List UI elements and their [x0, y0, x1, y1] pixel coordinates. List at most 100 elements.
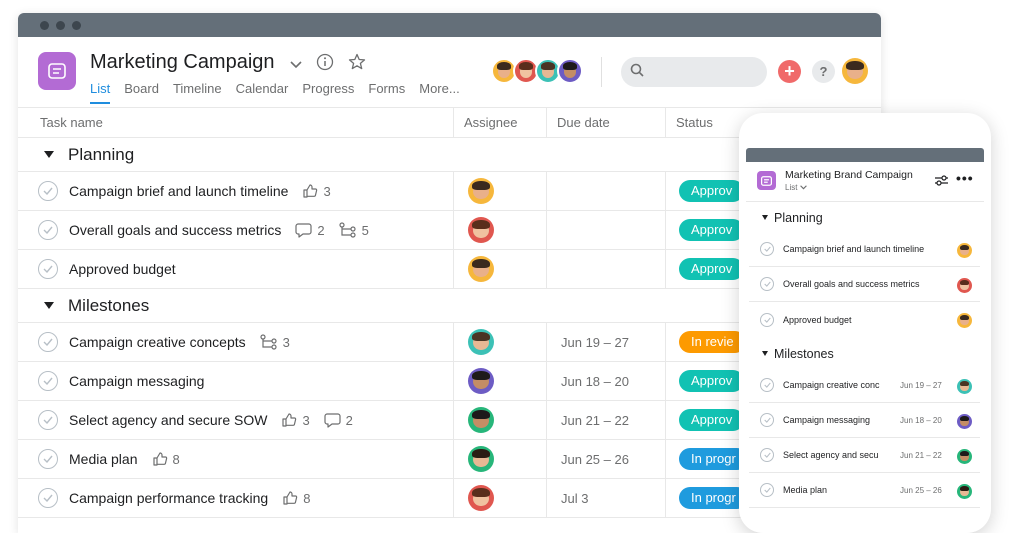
column-header-assignee[interactable]: Assignee: [454, 108, 547, 137]
list-item[interactable]: Campaign creative conc Jun 19 – 27: [749, 368, 980, 403]
subtasks-count[interactable]: 3: [260, 334, 290, 350]
task-name[interactable]: Select agency and secu: [783, 450, 891, 460]
assignee-avatar[interactable]: [957, 449, 972, 464]
more-options-icon[interactable]: •••: [956, 170, 974, 186]
task-name[interactable]: Media plan: [69, 451, 138, 467]
task-name[interactable]: Campaign performance tracking: [69, 490, 268, 506]
assignee-avatar[interactable]: [957, 379, 972, 394]
likes-count[interactable]: 3: [281, 412, 310, 428]
comments-count[interactable]: 2: [324, 412, 353, 428]
complete-checkbox[interactable]: [38, 332, 58, 352]
column-header-due-date[interactable]: Due date: [547, 108, 666, 137]
task-name[interactable]: Campaign creative conc: [783, 380, 891, 390]
complete-checkbox[interactable]: [38, 449, 58, 469]
task-name[interactable]: Approved budget: [69, 261, 176, 277]
current-user-avatar[interactable]: [842, 58, 868, 84]
due-date[interactable]: [547, 172, 666, 210]
likes-count[interactable]: 8: [282, 490, 310, 506]
due-date[interactable]: [547, 211, 666, 249]
due-date[interactable]: Jun 21 – 22: [547, 401, 666, 439]
complete-checkbox[interactable]: [38, 220, 58, 240]
assignee-avatar[interactable]: [468, 485, 494, 511]
avatar[interactable]: [557, 58, 583, 84]
project-list-icon[interactable]: [38, 52, 76, 90]
assignee-avatar[interactable]: [957, 278, 972, 293]
due-date[interactable]: Jun 21 – 22: [900, 451, 942, 460]
assignee-avatar[interactable]: [468, 368, 494, 394]
status-badge[interactable]: Approv: [679, 180, 745, 202]
complete-checkbox[interactable]: [760, 483, 774, 497]
complete-checkbox[interactable]: [38, 371, 58, 391]
due-date[interactable]: Jun 19 – 27: [547, 323, 666, 361]
tab-timeline[interactable]: Timeline: [173, 81, 222, 104]
list-item[interactable]: Campaign brief and launch timeline: [749, 232, 980, 267]
window-close-dot[interactable]: [40, 20, 49, 30]
assignee-avatar[interactable]: [468, 446, 494, 472]
info-icon[interactable]: [316, 53, 334, 76]
caret-down-icon[interactable]: [44, 302, 54, 309]
tab-more[interactable]: More...: [419, 81, 459, 104]
likes-count[interactable]: 3: [302, 183, 331, 199]
filter-icon[interactable]: [935, 173, 948, 191]
due-date[interactable]: Jun 25 – 26: [900, 486, 942, 495]
status-badge[interactable]: Approv: [679, 370, 745, 392]
assignee-avatar[interactable]: [468, 407, 494, 433]
window-maximize-dot[interactable]: [72, 20, 81, 30]
complete-checkbox[interactable]: [760, 448, 774, 462]
assignee-avatar[interactable]: [468, 178, 494, 204]
status-badge[interactable]: In revie: [679, 331, 746, 353]
task-name[interactable]: Campaign brief and launch timeline: [69, 183, 288, 199]
complete-checkbox[interactable]: [760, 378, 774, 392]
complete-checkbox[interactable]: [38, 410, 58, 430]
tab-forms[interactable]: Forms: [368, 81, 405, 104]
complete-checkbox[interactable]: [760, 312, 774, 327]
search-input[interactable]: [621, 57, 767, 87]
caret-down-icon[interactable]: [44, 151, 54, 158]
due-date[interactable]: [547, 250, 666, 288]
task-name[interactable]: Overall goals and success metrics: [783, 279, 920, 289]
due-date[interactable]: Jun 25 – 26: [547, 440, 666, 478]
due-date[interactable]: Jun 18 – 20: [900, 416, 942, 425]
assignee-avatar[interactable]: [957, 243, 972, 258]
status-badge[interactable]: Approv: [679, 258, 745, 280]
project-list-icon[interactable]: [757, 171, 776, 190]
assignee-avatar[interactable]: [957, 484, 972, 499]
tab-board[interactable]: Board: [124, 81, 159, 104]
complete-checkbox[interactable]: [760, 242, 774, 256]
caret-down-icon[interactable]: [762, 215, 768, 220]
subtasks-count[interactable]: 5: [339, 222, 369, 238]
tab-list[interactable]: List: [90, 81, 111, 104]
section-milestones[interactable]: Milestones: [746, 339, 984, 368]
window-minimize-dot[interactable]: [56, 20, 65, 30]
assignee-avatar[interactable]: [957, 313, 972, 328]
task-name[interactable]: Campaign messaging: [783, 415, 891, 425]
add-button[interactable]: +: [778, 60, 801, 83]
assignee-avatar[interactable]: [468, 256, 494, 282]
comments-count[interactable]: 2: [295, 222, 325, 238]
task-name[interactable]: Overall goals and success metrics: [69, 222, 281, 238]
complete-checkbox[interactable]: [38, 181, 58, 201]
task-name[interactable]: Approved budget: [783, 315, 852, 325]
help-button[interactable]: ?: [812, 60, 835, 83]
status-badge[interactable]: Approv: [679, 409, 745, 431]
task-name[interactable]: Campaign brief and launch timeline: [783, 244, 924, 254]
task-name[interactable]: Media plan: [783, 485, 891, 495]
caret-down-icon[interactable]: [762, 351, 768, 356]
list-item[interactable]: Select agency and secu Jun 21 – 22: [749, 438, 980, 473]
assignee-avatar[interactable]: [957, 414, 972, 429]
project-members[interactable]: [491, 58, 583, 84]
due-date[interactable]: Jun 19 – 27: [900, 381, 942, 390]
avatar[interactable]: [842, 58, 868, 84]
list-item[interactable]: Overall goals and success metrics: [749, 267, 980, 302]
tab-progress[interactable]: Progress: [302, 81, 354, 104]
section-planning[interactable]: Planning: [746, 203, 984, 232]
column-header-task-name[interactable]: Task name: [18, 108, 454, 137]
list-item[interactable]: Media plan Jun 25 – 26: [749, 473, 980, 508]
complete-checkbox[interactable]: [760, 277, 774, 291]
status-badge[interactable]: Approv: [679, 219, 745, 241]
assignee-avatar[interactable]: [468, 217, 494, 243]
list-item[interactable]: Campaign messaging Jun 18 – 20: [749, 403, 980, 438]
status-badge[interactable]: In progr: [679, 487, 748, 509]
due-date[interactable]: Jul 3: [547, 479, 666, 517]
complete-checkbox[interactable]: [38, 488, 58, 508]
